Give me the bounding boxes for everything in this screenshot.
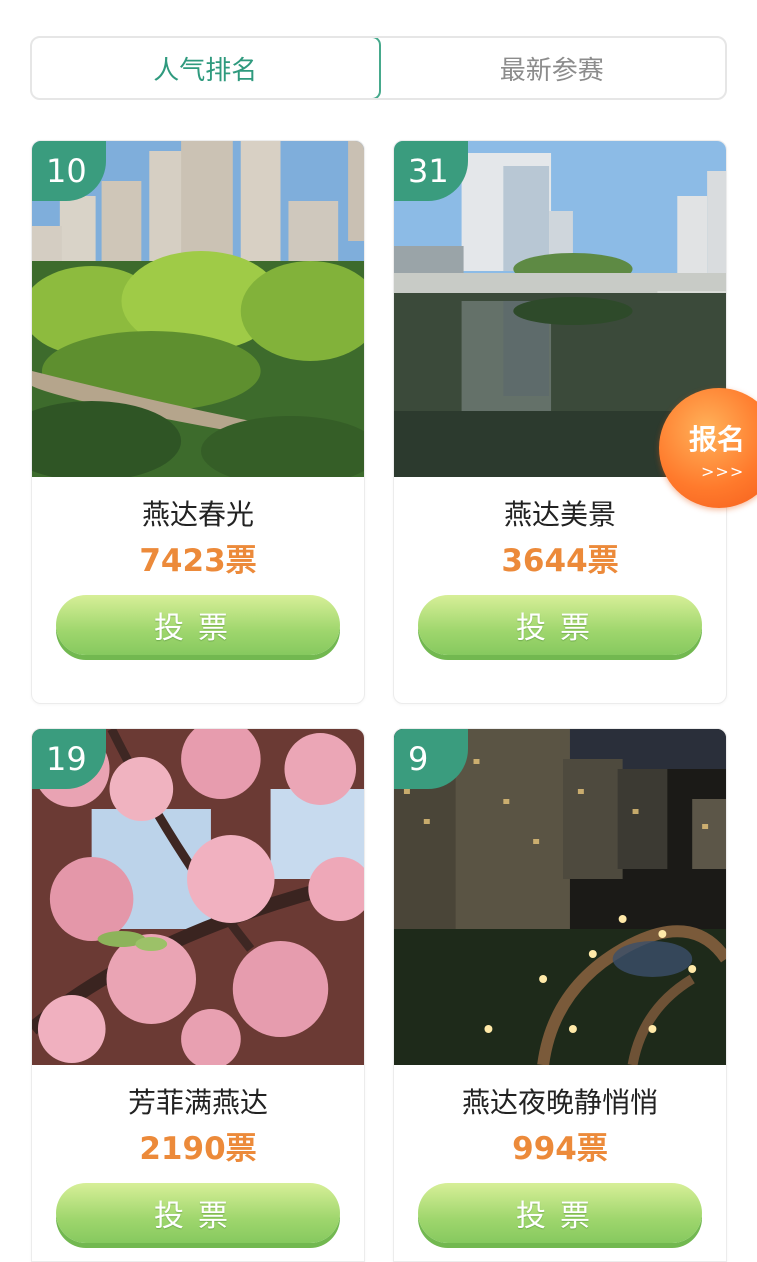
vote-button[interactable]: 投票 <box>418 1183 702 1243</box>
entry-title: 燕达美景 <box>503 498 616 531</box>
ranking-tabs: 人气排名 最新参赛 <box>30 36 727 100</box>
entry-photo[interactable]: 19 <box>32 729 364 1065</box>
vote-count: 7423票 <box>139 543 257 579</box>
vote-count: 3644票 <box>501 543 619 579</box>
entry-title: 芳菲满燕达 <box>127 1086 268 1119</box>
vote-button[interactable]: 投票 <box>56 595 340 655</box>
signup-label: 报名 <box>689 423 746 456</box>
entry-photo[interactable]: 9 <box>394 729 726 1065</box>
vote-button[interactable]: 投票 <box>56 1183 340 1243</box>
vote-count: 2190票 <box>139 1131 257 1167</box>
vote-button[interactable]: 投票 <box>418 595 702 655</box>
entry-title: 燕达春光 <box>141 498 254 531</box>
tab-latest[interactable]: 最新参赛 <box>379 38 726 98</box>
entry-photo[interactable]: 10 <box>32 141 364 477</box>
entry-card[interactable]: 10 燕达春光 7423票 投票 <box>31 140 365 704</box>
entry-title: 燕达夜晚静悄悄 <box>461 1086 658 1119</box>
entry-card[interactable]: 19 芳菲满燕达 2190票 投票 <box>31 728 365 1262</box>
tab-popularity[interactable]: 人气排名 <box>32 38 381 98</box>
arrows-icon: >>> <box>701 462 745 481</box>
entry-card[interactable]: 9 燕达夜晚静悄悄 994票 投票 <box>393 728 727 1262</box>
vote-count: 994票 <box>512 1131 608 1167</box>
